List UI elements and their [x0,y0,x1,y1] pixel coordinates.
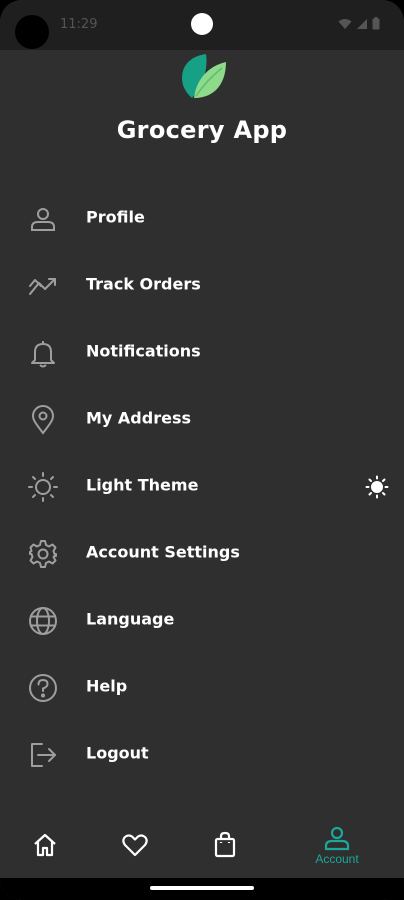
status-bar: 11:29 [0,0,404,50]
nav-cart[interactable] [200,812,250,878]
question-icon [26,671,60,705]
menu-item-label: Logout [86,743,149,763]
menu-item-label: Light Theme [86,475,199,495]
app-title: Grocery App [116,116,288,144]
wifi-icon [338,18,352,29]
system-gesture-bar [0,878,404,900]
menu-item-language[interactable]: Language [0,587,404,654]
menu-item-label: Language [86,609,175,629]
menu-item-profile[interactable]: Profile [0,185,404,252]
menu-item-label: My Address [86,408,191,428]
home-gesture-handle[interactable] [150,886,254,890]
bottom-navigation: Account [0,812,404,878]
camera-cutout [15,15,49,49]
trend-icon [26,269,60,303]
menu-item-light-theme[interactable]: Light Theme [0,453,404,520]
logout-icon [26,738,60,772]
home-icon [34,833,56,857]
person-icon [26,202,60,236]
status-time: 11:29 [60,17,98,32]
menu-item-notifications[interactable]: Notifications [0,319,404,386]
status-icons [338,17,380,30]
menu-item-label: Help [86,676,128,696]
signal-icon [357,18,367,29]
heart-icon [122,834,148,857]
phone-screen: 11:29 Grocery App Profile Track Orders N… [0,0,404,900]
menu-item-help[interactable]: Help [0,654,404,721]
menu-item-logout[interactable]: Logout [0,721,404,788]
account-drawer: Grocery App Profile Track Orders Notific… [0,50,404,812]
menu-item-label: Account Settings [86,542,240,562]
nav-account-label: Account [315,851,359,866]
nav-home[interactable] [20,812,70,878]
account-menu: Profile Track Orders Notifications My Ad… [0,185,404,788]
menu-item-label: Notifications [86,341,201,361]
front-camera [191,13,213,35]
leaf-icon [178,52,228,108]
theme-toggle-sun-icon[interactable] [364,474,390,500]
account-icon [324,826,350,850]
menu-item-track-orders[interactable]: Track Orders [0,252,404,319]
location-pin-icon [26,403,60,437]
nav-account[interactable]: Account [297,812,377,878]
nav-favorites[interactable] [110,812,160,878]
globe-icon [26,604,60,638]
menu-item-my-address[interactable]: My Address [0,386,404,453]
menu-item-account-settings[interactable]: Account Settings [0,520,404,587]
gear-icon [26,537,60,571]
battery-icon [372,17,380,30]
shopping-bag-icon [214,831,236,858]
menu-item-label: Track Orders [86,274,201,294]
menu-item-label: Profile [86,207,145,227]
sun-outline-icon [26,470,60,504]
bell-icon [26,336,60,370]
